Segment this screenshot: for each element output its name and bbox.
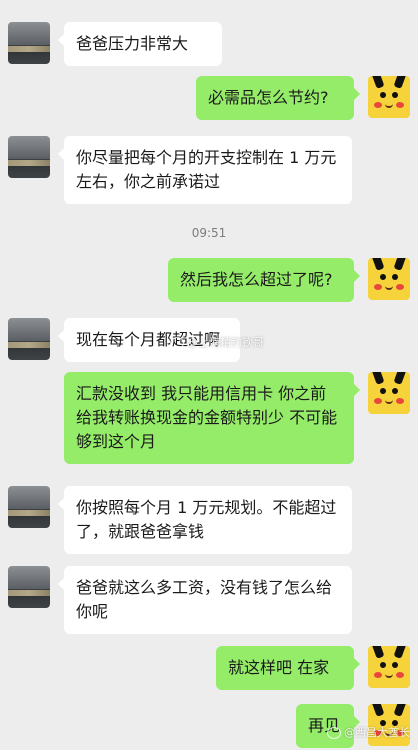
landscape-avatar-image <box>8 136 50 178</box>
self-avatar[interactable] <box>368 258 410 300</box>
incoming-message-bubble[interactable]: 你按照每个月 1 万元规划。不能超过了，就跟爸爸拿钱 <box>58 486 352 554</box>
contact-avatar[interactable] <box>8 136 50 178</box>
watermark-bottom: @西昌大酋长 <box>327 726 410 740</box>
message-text: 爸爸就这么多工资，没有钱了怎么给你呢 <box>76 578 333 621</box>
incoming-message-bubble[interactable]: 你尽量把每个月的开支控制在 1 万元左右，你之前承诺过 <box>58 136 352 204</box>
message-row: 爸爸压力非常大 <box>0 22 418 68</box>
watermark-text: @上海精钓钦哥 <box>187 336 264 349</box>
contact-avatar[interactable] <box>8 318 50 360</box>
message-row: 汇款没收到 我只能用信用卡 你之前给我转账换现金的金额特别少 不可能够到这个月 <box>0 372 418 466</box>
timestamp: 09:51 <box>191 226 227 240</box>
outgoing-message-bubble[interactable]: 汇款没收到 我只能用信用卡 你之前给我转账换现金的金额特别少 不可能够到这个月 <box>64 372 360 464</box>
pikachu-avatar-image <box>368 646 410 688</box>
message-text: 然后我怎么超过了呢? <box>180 270 333 289</box>
pikachu-avatar-image <box>368 258 410 300</box>
pikachu-avatar-image <box>368 372 410 414</box>
contact-avatar[interactable] <box>8 486 50 528</box>
landscape-avatar-image <box>8 22 50 64</box>
message-text: 爸爸压力非常大 <box>76 34 189 53</box>
outgoing-message-bubble[interactable]: 就这样吧 在家 <box>216 646 360 690</box>
contact-avatar[interactable] <box>8 22 50 64</box>
self-avatar[interactable] <box>368 646 410 688</box>
message-row: 爸爸就这么多工资，没有钱了怎么给你呢 <box>0 566 418 634</box>
outgoing-message-bubble[interactable]: 然后我怎么超过了呢? <box>168 258 360 302</box>
incoming-message-bubble[interactable]: 爸爸压力非常大 <box>58 22 222 66</box>
pikachu-avatar-image <box>368 76 410 118</box>
contact-avatar[interactable] <box>8 566 50 608</box>
landscape-avatar-image <box>8 566 50 608</box>
message-row: 就这样吧 在家 <box>0 646 418 692</box>
message-text: 就这样吧 在家 <box>228 658 330 677</box>
message-text: 你尽量把每个月的开支控制在 1 万元左右，你之前承诺过 <box>76 148 337 191</box>
self-avatar[interactable] <box>368 372 410 414</box>
incoming-message-bubble[interactable]: 爸爸就这么多工资，没有钱了怎么给你呢 <box>58 566 352 634</box>
landscape-avatar-image <box>8 486 50 528</box>
watermark-text: @西昌大酋长 <box>344 726 410 739</box>
landscape-avatar-image <box>8 318 50 360</box>
message-row: 你按照每个月 1 万元规划。不能超过了，就跟爸爸拿钱 <box>0 486 418 554</box>
weibo-icon <box>327 727 341 739</box>
message-text: 你按照每个月 1 万元规划。不能超过了，就跟爸爸拿钱 <box>76 498 337 541</box>
message-row: 然后我怎么超过了呢? <box>0 258 418 304</box>
message-row: 必需品怎么节约? <box>0 76 418 122</box>
message-text: 必需品怎么节约? <box>208 88 329 107</box>
watermark-center: @上海精钓钦哥 <box>170 336 264 350</box>
message-text: 汇款没收到 我只能用信用卡 你之前给我转账换现金的金额特别少 不可能够到这个月 <box>76 384 338 451</box>
chat-conversation: 爸爸压力非常大 必需品怎么节约? 你尽量把每个月的开支控制在 1 万元左右，你之… <box>0 0 418 748</box>
outgoing-message-bubble[interactable]: 必需品怎么节约? <box>196 76 360 120</box>
self-avatar[interactable] <box>368 76 410 118</box>
message-row: 你尽量把每个月的开支控制在 1 万元左右，你之前承诺过 <box>0 136 418 204</box>
weibo-icon <box>170 337 184 349</box>
